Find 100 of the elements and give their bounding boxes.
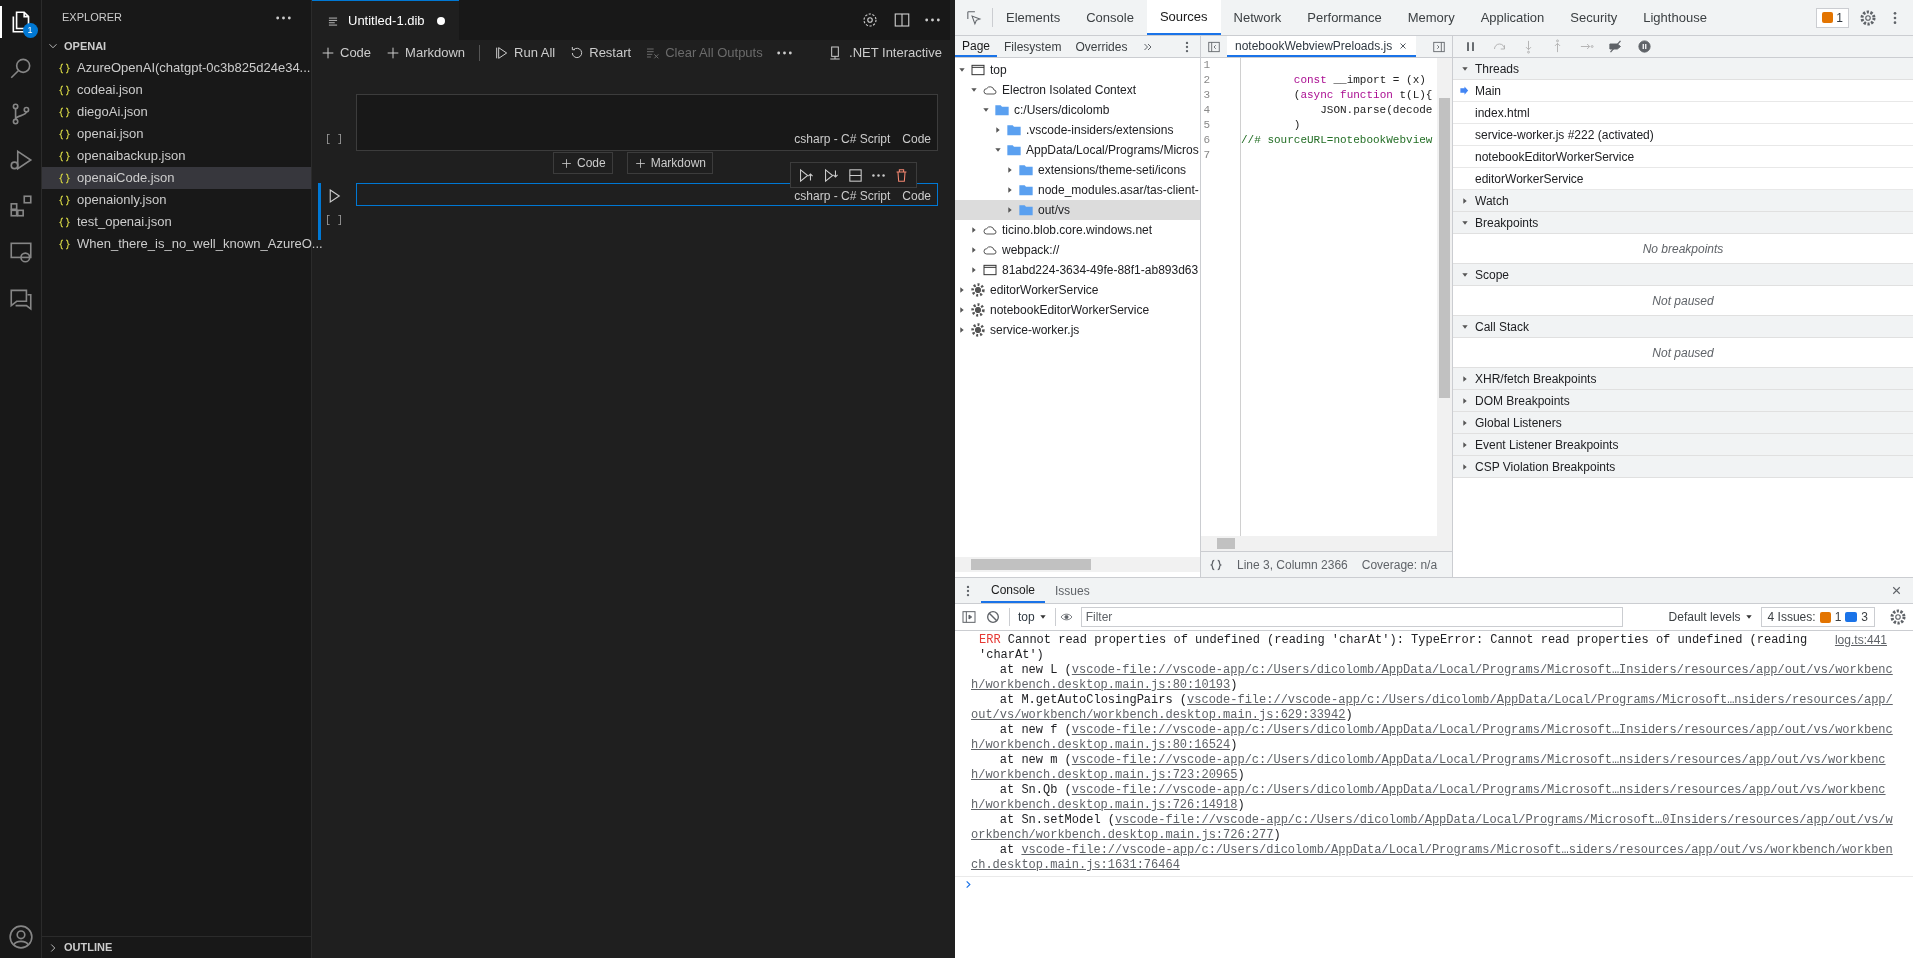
more-actions-icon — [925, 18, 940, 22]
section-header[interactable]: DOM Breakpoints — [1453, 390, 1913, 412]
extensions-icon — [7, 193, 34, 219]
run-above-icon — [797, 166, 814, 184]
panel-tab[interactable]: Lighthouse — [1630, 0, 1720, 35]
cell-type[interactable]: Code — [902, 187, 931, 205]
navigator-tab[interactable]: Page — [955, 36, 998, 57]
panel-tab[interactable]: Elements — [993, 0, 1074, 35]
insert-cell-button[interactable]: Code — [553, 152, 613, 174]
panel-tab[interactable]: Sources — [1146, 0, 1221, 35]
collapsed-arrow-icon — [1006, 206, 1014, 214]
tree-item[interactable]: ticino.blob.core.windows.net — [955, 220, 1200, 240]
navigator-tab[interactable]: Overrides — [1068, 36, 1135, 57]
context-dropdown[interactable]: top — [1009, 608, 1047, 626]
file-tab[interactable]: notebookWebviewPreloads.js — [1227, 36, 1417, 57]
panel-tab[interactable]: Application — [1467, 0, 1558, 35]
tree-label: extensions/theme-seti/icons — [1038, 162, 1187, 179]
section-header[interactable]: Threads — [1453, 58, 1913, 80]
file-item[interactable]: AzureOpenAI(chatgpt-0c3b825d24e34... — [42, 57, 311, 79]
section-header[interactable]: CSP Violation Breakpoints — [1453, 456, 1913, 478]
drawer-tab[interactable]: Console — [981, 578, 1046, 603]
tree-item[interactable]: .vscode-insiders/extensions — [955, 120, 1200, 140]
folder-icon — [1018, 202, 1034, 218]
dropdown-arrow-icon — [1744, 613, 1753, 621]
issues-counter[interactable]: 4 Issues: 1 3 — [1760, 607, 1875, 627]
tree-item[interactable]: notebookEditorWorkerService — [955, 300, 1200, 320]
issues-badge[interactable]: 1 — [1816, 7, 1849, 28]
kernel-picker[interactable]: .NET Interactive — [827, 43, 942, 63]
section-header[interactable]: Breakpoints — [1453, 212, 1913, 234]
panel-tab[interactable]: Console — [1073, 0, 1147, 35]
toolbar-button[interactable]: Run All — [494, 43, 556, 63]
file-item[interactable]: diegoAi.json — [42, 101, 311, 123]
file-item[interactable]: openaiCode.json — [42, 167, 311, 189]
section-header[interactable]: Scope — [1453, 264, 1913, 286]
toolbar-button[interactable]: Restart — [569, 43, 632, 63]
folder-icon — [994, 102, 1010, 118]
section-header[interactable]: Global Listeners — [1453, 412, 1913, 434]
cell-language[interactable]: csharp - C# Script — [794, 130, 891, 148]
tree-item[interactable]: out/vs — [955, 200, 1200, 220]
cell-type[interactable]: Code — [902, 130, 931, 148]
tree-item[interactable]: Electron Isolated Context — [955, 80, 1200, 100]
warning-icon — [1822, 12, 1834, 23]
collapsed-arrow-icon — [958, 326, 966, 334]
file-item[interactable]: openaibackup.json — [42, 145, 311, 167]
filter-field[interactable]: Filter — [1080, 607, 1623, 627]
file-name: openaiCode.json — [77, 169, 175, 188]
more-actions-icon — [872, 173, 885, 177]
panel-tab[interactable]: Memory — [1394, 0, 1468, 35]
source-link[interactable]: log.ts:441 — [1834, 633, 1887, 648]
file-item[interactable]: openaionly.json — [42, 189, 311, 211]
collapsed-arrow-icon — [1461, 196, 1469, 205]
tree-item[interactable]: webpack:// — [955, 240, 1200, 260]
file-item[interactable]: openai.json — [42, 123, 311, 145]
tree-item[interactable]: c:/Users/dicolomb — [955, 100, 1200, 120]
code-cell[interactable]: csharp - C# Script Code — [356, 183, 938, 206]
levels-dropdown[interactable]: Default levels — [1668, 608, 1753, 626]
thread-item[interactable]: service-worker.js #222 (activated) — [1453, 124, 1913, 146]
thread-item[interactable]: index.html — [1453, 102, 1913, 124]
toolbar-button[interactable]: Code — [320, 43, 372, 63]
cell-language[interactable]: csharp - C# Script — [794, 187, 891, 205]
navigator-tab[interactable]: Filesystem — [997, 36, 1069, 57]
tree-item[interactable]: extensions/theme-seti/icons — [955, 160, 1200, 180]
file-item[interactable]: test_openai.json — [42, 211, 311, 233]
folder-header[interactable]: OPENAI — [42, 35, 311, 57]
drawer-tab[interactable]: Issues — [1045, 578, 1100, 603]
file-name: openai.json — [77, 125, 144, 144]
panel-tab[interactable]: Security — [1557, 0, 1631, 35]
section-header[interactable]: Watch — [1453, 190, 1913, 212]
execution-count: [ ] — [325, 133, 343, 147]
tree-label: out/vs — [1038, 202, 1070, 219]
tree-item[interactable]: editorWorkerService — [955, 280, 1200, 300]
section-header[interactable]: XHR/fetch Breakpoints — [1453, 368, 1913, 390]
stack-frame: at vscode-file://vscode-app/c:/Users/dicolomb/AppData/Local/Programs/Microsoft…siders/resources/app/out/vs/workbench/workbench.desktop.main.js:1631:76464 — [971, 843, 1893, 873]
dropdown-arrow-icon — [1038, 613, 1047, 621]
toolbar-button[interactable]: Markdown — [385, 43, 466, 63]
file-item[interactable]: codeai.json — [42, 79, 311, 101]
scrollbar-thumb[interactable] — [1217, 538, 1235, 549]
thread-item[interactable]: notebookEditorWorkerService — [1453, 146, 1913, 168]
tree-item[interactable]: 81abd224-3634-49fe-88f1-ab893d63 — [955, 260, 1200, 280]
code-cell[interactable]: csharp - C# Script Code — [356, 94, 938, 151]
scrollbar-thumb[interactable] — [1439, 98, 1450, 398]
code-line: (async function t(L){ — [1292, 89, 1433, 101]
collapsed-arrow-icon — [958, 306, 966, 314]
tree-label: .vscode-insiders/extensions — [1026, 122, 1174, 139]
thread-item[interactable]: Main — [1453, 80, 1913, 102]
outline-header[interactable]: OUTLINE — [64, 939, 113, 956]
tree-item[interactable]: node_modules.asar/tas-client- — [955, 180, 1200, 200]
tree-item[interactable]: AppData/Local/Programs/Micros — [955, 140, 1200, 160]
scrollbar-thumb[interactable] — [971, 559, 1091, 570]
tree-item[interactable]: top — [955, 60, 1200, 80]
editor-tab[interactable]: Untitled-1.dib — [312, 0, 459, 40]
section-header[interactable]: Call Stack — [1453, 316, 1913, 338]
section-header[interactable]: Event Listener Breakpoints — [1453, 434, 1913, 456]
insert-cell-button[interactable]: Markdown — [626, 152, 714, 174]
panel-tab[interactable]: Performance — [1294, 0, 1395, 35]
tree-item[interactable]: service-worker.js — [955, 320, 1200, 340]
panel-tab[interactable]: Network — [1220, 0, 1295, 35]
expanded-arrow-icon — [1461, 64, 1469, 73]
plus-icon — [633, 156, 647, 170]
tree-label: editorWorkerService — [990, 282, 1099, 299]
